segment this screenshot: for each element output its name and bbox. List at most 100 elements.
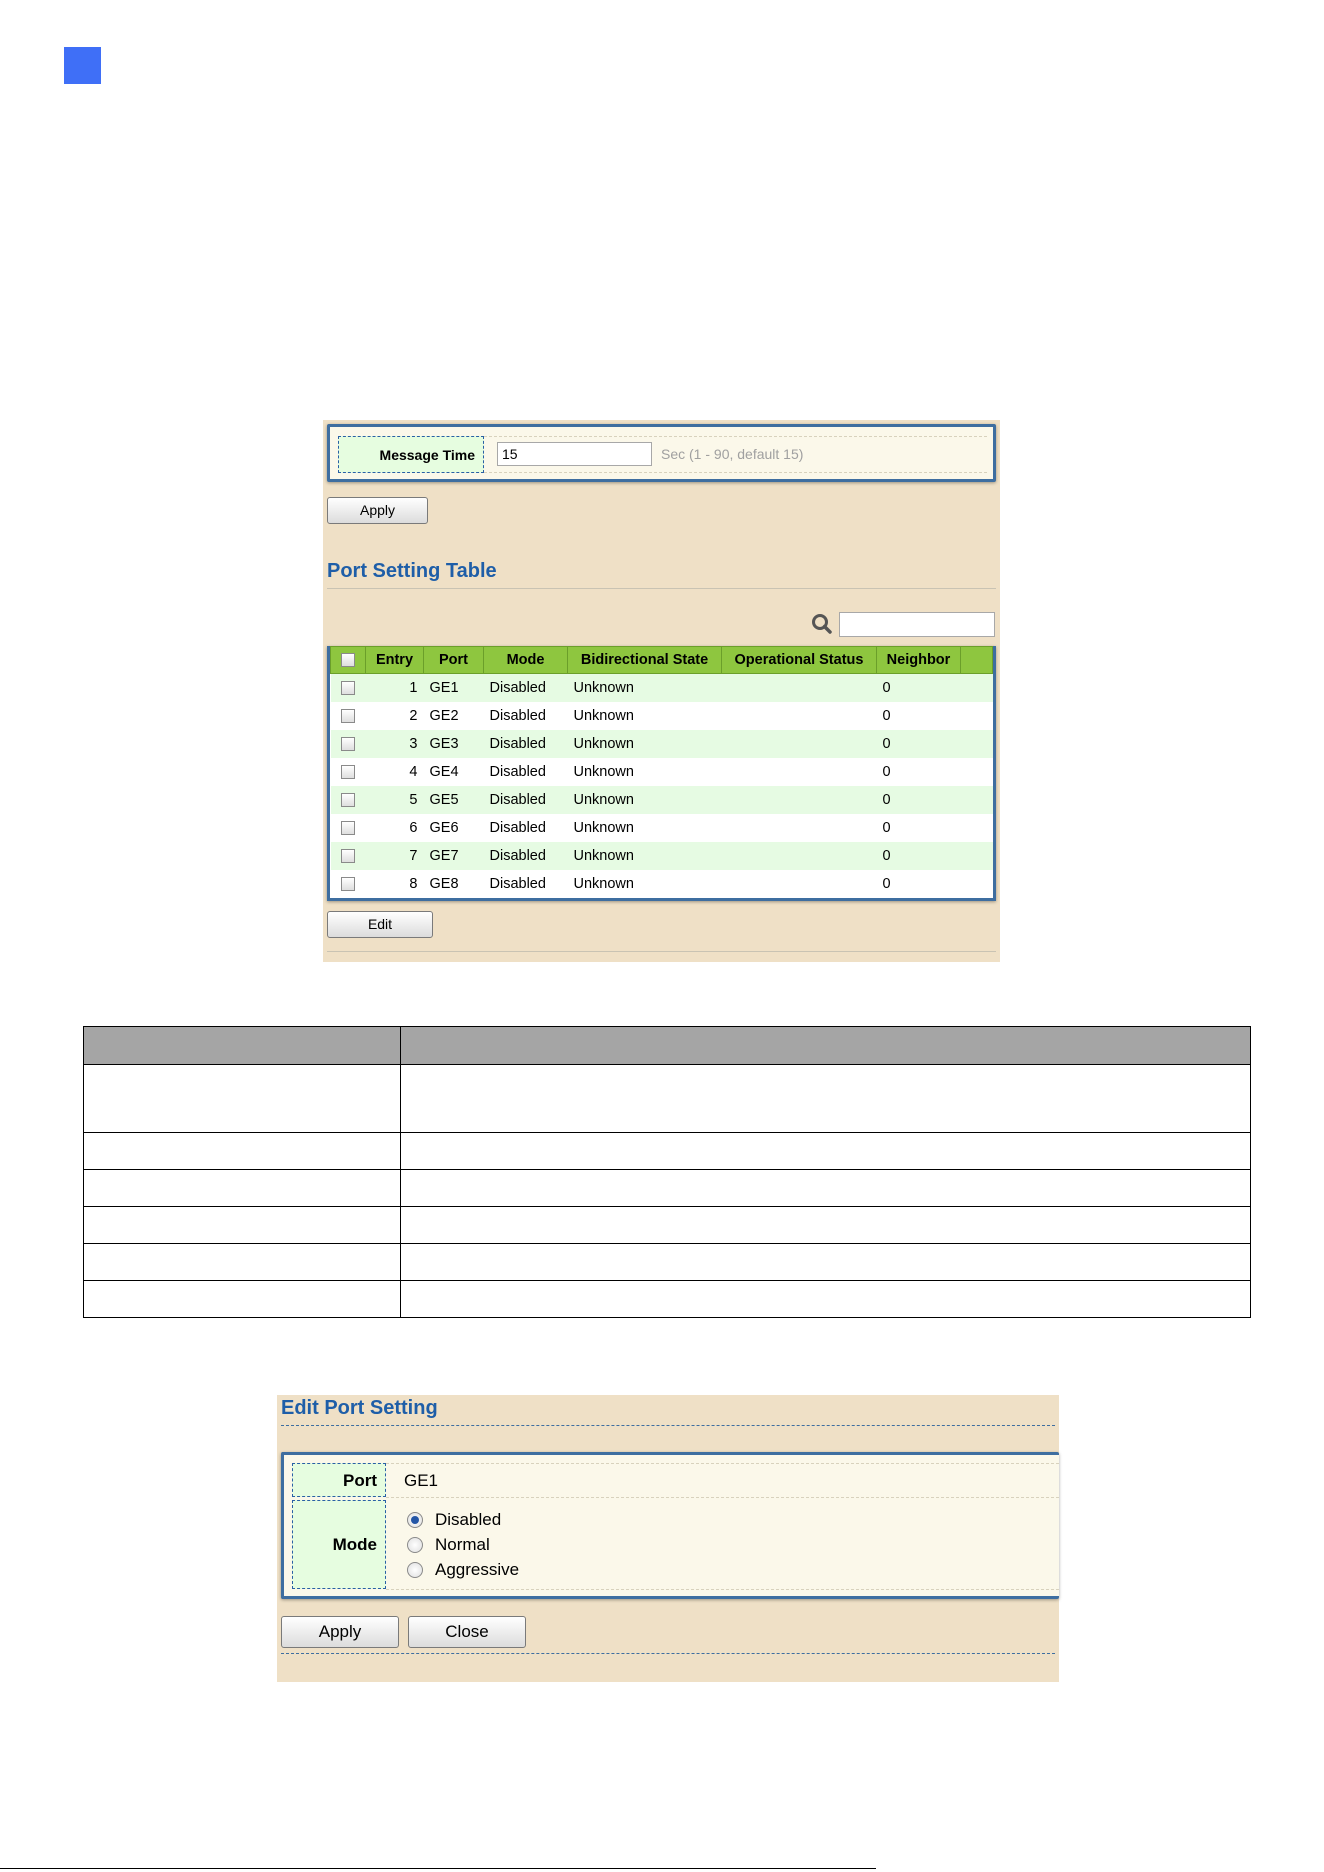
row-checkbox-cell — [330, 869, 366, 898]
port-cell: GE6 — [423, 813, 484, 842]
radio-icon[interactable] — [407, 1537, 423, 1553]
description-header-row — [83, 1026, 1251, 1065]
message-time-label: Message Time — [338, 436, 484, 473]
neighbor-cell: 0 — [876, 701, 961, 730]
mode-cell: Disabled — [483, 701, 568, 730]
mode-option-normal[interactable]: Normal — [407, 1535, 490, 1555]
table-row — [83, 1280, 1251, 1318]
bidirectional-state-cell: Unknown — [567, 757, 722, 786]
row-checkbox-cell — [330, 673, 366, 702]
row-checkbox-cell — [330, 701, 366, 730]
operational-status-cell — [721, 813, 877, 842]
edit-button[interactable]: Edit — [327, 911, 433, 938]
column-header-operational-status: Operational Status — [721, 646, 877, 674]
neighbor-cell: 0 — [876, 757, 961, 786]
table-row[interactable]: 1 GE1 Disabled Unknown 0 — [330, 673, 993, 702]
mode-option-disabled[interactable]: Disabled — [407, 1510, 501, 1530]
neighbor-cell: 0 — [876, 673, 961, 702]
bidirectional-state-cell: Unknown — [567, 701, 722, 730]
bidirectional-state-cell: Unknown — [567, 673, 722, 702]
row-checkbox-cell — [330, 729, 366, 758]
port-cell: GE3 — [423, 729, 484, 758]
port-setting-table: Entry Port Mode Bidirectional State Oper… — [327, 646, 996, 901]
entry-cell: 1 — [365, 673, 424, 702]
message-time-hint: Sec (1 - 90, default 15) — [661, 446, 804, 462]
port-value: GE1 — [404, 1471, 439, 1490]
bidirectional-state-cell: Unknown — [567, 869, 722, 898]
table-row — [83, 1169, 1251, 1207]
row-checkbox[interactable] — [341, 680, 355, 695]
table-row[interactable]: 4 GE4 Disabled Unknown 0 — [330, 757, 993, 786]
entry-cell: 8 — [365, 869, 424, 898]
filler-cell — [960, 869, 993, 898]
search-icon[interactable] — [808, 610, 836, 638]
column-header-bidirectional-state: Bidirectional State — [567, 646, 722, 674]
mode-cell: Disabled — [483, 729, 568, 758]
table-row — [83, 1206, 1251, 1244]
table-header-row: Entry Port Mode Bidirectional State Oper… — [330, 646, 993, 674]
table-row — [83, 1132, 1251, 1170]
bidirectional-state-cell: Unknown — [567, 813, 722, 842]
select-all-header — [330, 646, 366, 674]
port-cell: GE8 — [423, 869, 484, 898]
operational-status-cell — [721, 757, 877, 786]
search-input[interactable] — [839, 612, 995, 637]
mode-option-aggressive[interactable]: Aggressive — [407, 1560, 519, 1580]
description-table — [83, 1026, 1251, 1318]
table-row — [83, 1243, 1251, 1281]
column-header-filler — [960, 646, 993, 674]
port-table-title: Port Setting Table — [327, 560, 497, 582]
row-checkbox[interactable] — [341, 820, 355, 835]
close-button[interactable]: Close — [408, 1616, 526, 1648]
edit-port-setting-screenshot: Edit Port Setting Port GE1 Mode Disabled… — [277, 1395, 1059, 1682]
row-checkbox-cell — [330, 841, 366, 870]
neighbor-cell: 0 — [876, 841, 961, 870]
table-row[interactable]: 3 GE3 Disabled Unknown 0 — [330, 729, 993, 758]
filler-cell — [960, 813, 993, 842]
table-row[interactable]: 2 GE2 Disabled Unknown 0 — [330, 701, 993, 730]
column-header-port: Port — [423, 646, 484, 674]
row-checkbox[interactable] — [341, 736, 355, 751]
row-checkbox[interactable] — [341, 708, 355, 723]
section-marker — [64, 47, 101, 84]
operational-status-cell — [721, 841, 877, 870]
entry-cell: 3 — [365, 729, 424, 758]
mode-cell: Disabled — [483, 673, 568, 702]
bidirectional-state-cell: Unknown — [567, 729, 722, 758]
select-all-checkbox[interactable] — [341, 653, 355, 668]
row-checkbox-cell — [330, 785, 366, 814]
radio-selected-icon[interactable] — [407, 1512, 423, 1528]
udld-settings-screenshot: Message Time Sec (1 - 90, default 15) Ap… — [323, 420, 1000, 962]
apply-button[interactable]: Apply — [327, 497, 428, 524]
table-row[interactable]: 7 GE7 Disabled Unknown 0 — [330, 841, 993, 870]
operational-status-cell — [721, 729, 877, 758]
apply-button[interactable]: Apply — [281, 1616, 399, 1648]
filler-cell — [960, 701, 993, 730]
mode-cell: Disabled — [483, 813, 568, 842]
row-checkbox[interactable] — [341, 764, 355, 779]
table-row[interactable]: 8 GE8 Disabled Unknown 0 — [330, 869, 993, 898]
table-row[interactable]: 5 GE5 Disabled Unknown 0 — [330, 785, 993, 814]
row-checkbox[interactable] — [341, 876, 355, 891]
entry-cell: 5 — [365, 785, 424, 814]
bidirectional-state-cell: Unknown — [567, 785, 722, 814]
mode-cell: Disabled — [483, 757, 568, 786]
message-time-input[interactable] — [497, 442, 652, 466]
mode-cell: Disabled — [483, 869, 568, 898]
operational-status-cell — [721, 673, 877, 702]
port-cell: GE1 — [423, 673, 484, 702]
row-checkbox[interactable] — [341, 792, 355, 807]
operational-status-cell — [721, 869, 877, 898]
column-header-mode: Mode — [483, 646, 568, 674]
column-header-entry: Entry — [365, 646, 424, 674]
message-time-panel: Message Time Sec (1 - 90, default 15) — [327, 424, 996, 482]
filler-cell — [960, 673, 993, 702]
table-row[interactable]: 6 GE6 Disabled Unknown 0 — [330, 813, 993, 842]
port-cell: GE4 — [423, 757, 484, 786]
mode-cell: Disabled — [483, 785, 568, 814]
radio-icon[interactable] — [407, 1562, 423, 1578]
row-checkbox[interactable] — [341, 848, 355, 863]
entry-cell: 6 — [365, 813, 424, 842]
filler-cell — [960, 785, 993, 814]
port-label: Port — [292, 1463, 386, 1497]
